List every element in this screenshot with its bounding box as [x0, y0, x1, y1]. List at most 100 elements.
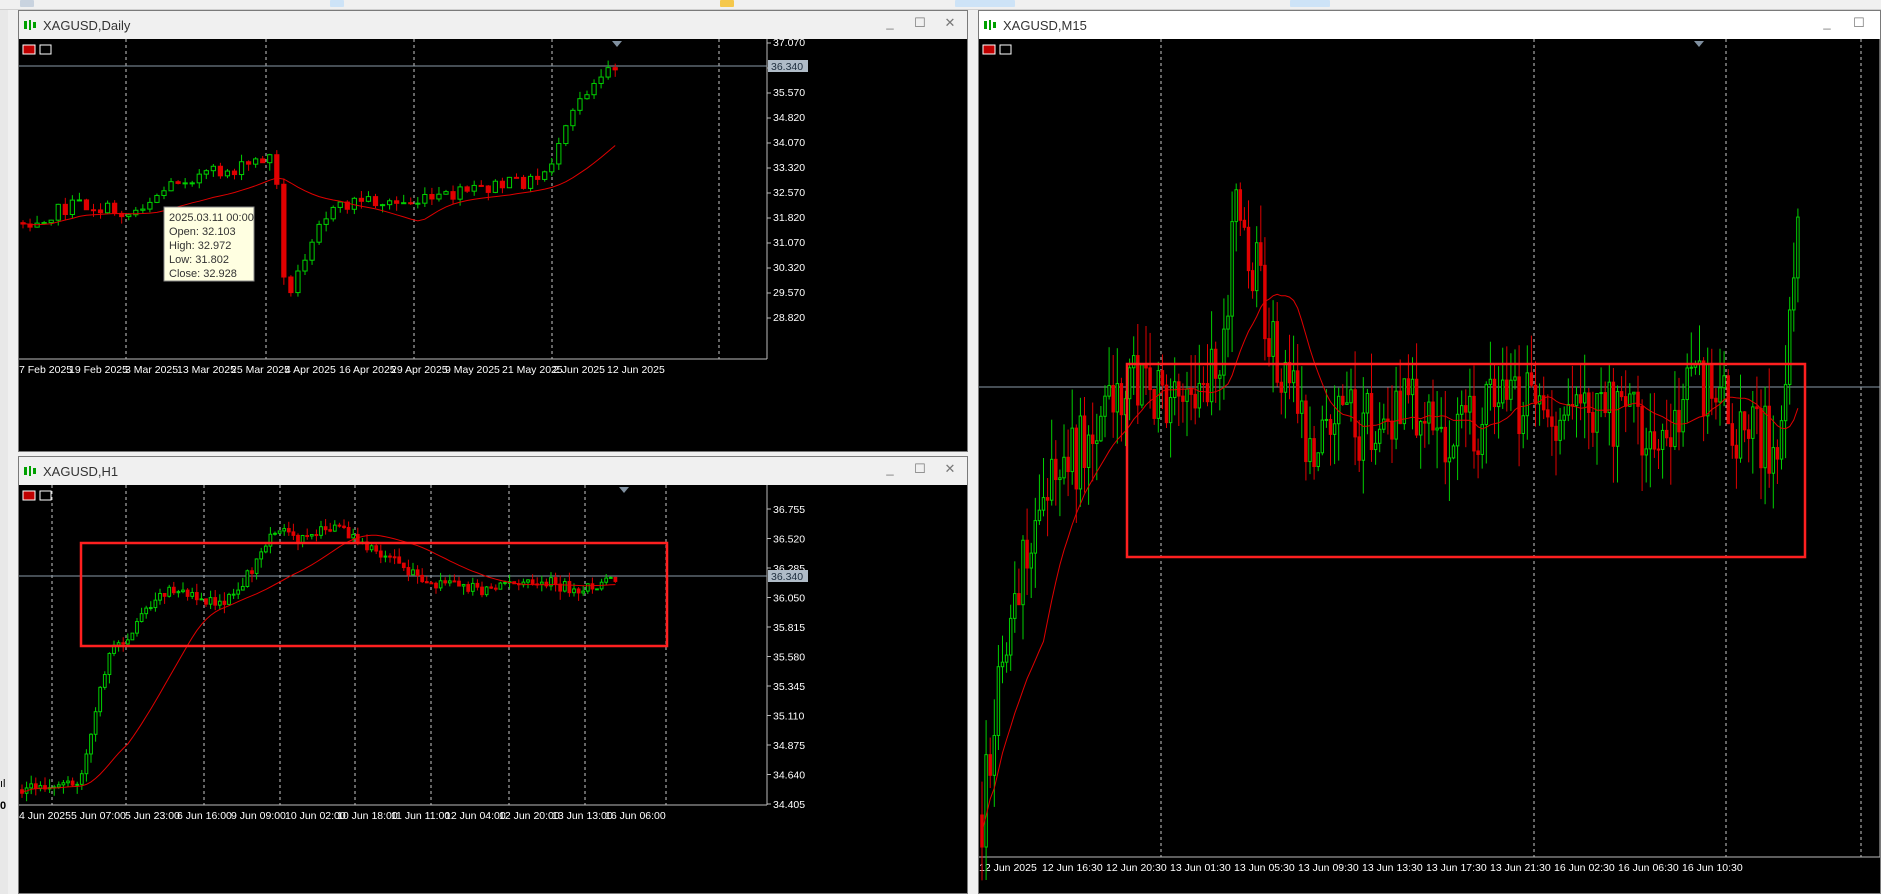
price-chart[interactable]: 12 Jun 2025 12 Jun 16:30 12 Jun 20:30 13 Ju… — [979, 39, 1880, 893]
price-tick-label: 34.640 — [773, 770, 805, 782]
minimize-icon[interactable]: _ — [1818, 15, 1836, 30]
candle-body — [1746, 429, 1751, 439]
candle-body — [342, 525, 346, 528]
candle-body — [1058, 477, 1062, 481]
candle-body — [125, 639, 130, 645]
chart-area[interactable]: 12 Jun 2025 12 Jun 16:30 12 Jun 20:30 13 Ju… — [979, 39, 1880, 893]
candle-body — [29, 783, 34, 789]
candle-body — [1021, 539, 1025, 606]
candle-body — [1648, 431, 1653, 450]
candle-body — [254, 558, 259, 574]
candle-body — [1164, 384, 1169, 424]
candle-body — [1390, 420, 1394, 440]
candle-body — [1681, 399, 1685, 433]
candle-body — [499, 180, 506, 189]
candle-body — [1004, 654, 1009, 663]
candles-group — [20, 60, 618, 297]
chart-header — [982, 44, 1012, 55]
candle-body — [1587, 392, 1591, 413]
chart-area[interactable]: 7 Feb 2025 19 Feb 2025 3 Mar 2025 13 Mar 20… — [19, 39, 967, 451]
time-tick-label: 6 Jun 16:00 — [177, 810, 232, 822]
toolbar-button[interactable] — [1290, 0, 1330, 7]
candle-body — [309, 241, 315, 261]
time-tick-label: 4 Apr 2025 — [285, 364, 336, 376]
candle-body — [1082, 415, 1087, 468]
maximize-icon[interactable]: ☐ — [1850, 15, 1868, 31]
maximize-icon[interactable]: ☐ — [911, 461, 929, 477]
candle-body — [56, 784, 61, 788]
price-chart[interactable]: 7 Feb 202519 Feb 20253 Mar 202513 Mar 20… — [19, 39, 967, 451]
candle-body — [401, 202, 407, 205]
candle-body — [1402, 378, 1407, 425]
toolbar-button[interactable] — [20, 0, 34, 7]
candle-body — [1131, 355, 1136, 369]
candle-body — [1304, 400, 1308, 463]
price-tick-label: 35.570 — [773, 87, 805, 99]
candle-body — [1308, 438, 1312, 463]
price-tick-label: 37.070 — [773, 39, 805, 49]
candle-body — [93, 711, 98, 735]
candle-body — [513, 176, 520, 179]
window-titlebar[interactable]: XAGUSD,M15 _ ☐ — [979, 11, 1880, 39]
candle-body — [158, 592, 162, 601]
candle-body — [295, 270, 301, 294]
candles-group — [980, 182, 1800, 881]
candle-body — [171, 586, 176, 594]
candle-body — [76, 199, 83, 202]
candle-body — [503, 581, 507, 584]
chart-window-daily[interactable]: XAGUSD,Daily _ ☐ ✕ 7 Feb 2025 19 Feb 2025… — [18, 10, 968, 452]
toolbar-button[interactable] — [720, 0, 734, 7]
price-tick-label: 35.345 — [773, 681, 805, 693]
candle-body — [984, 754, 988, 848]
candle-body — [319, 526, 323, 536]
candle-body — [549, 163, 555, 173]
candle-body — [1492, 378, 1497, 408]
candle-body — [1275, 321, 1279, 383]
candle-body — [1500, 379, 1505, 404]
candle-body — [1238, 189, 1243, 221]
candle-body — [408, 202, 414, 205]
chart-area[interactable]: 4 Jun 2025 5 Jun 07:00 5 Jun 23:00 6 Jun 16… — [19, 485, 967, 893]
candle-body — [401, 562, 406, 569]
candle-body — [1525, 372, 1530, 417]
minimize-icon[interactable]: _ — [881, 15, 899, 30]
toolbar-button[interactable] — [330, 0, 344, 7]
candle-body — [1742, 411, 1747, 431]
candle-body — [351, 533, 356, 539]
window-titlebar[interactable]: XAGUSD,H1 _ ☐ ✕ — [19, 457, 967, 485]
window-title: XAGUSD,M15 — [1003, 17, 1087, 33]
candle-body — [1796, 216, 1800, 279]
time-tick-label: 16 Jun 06:00 — [605, 810, 666, 822]
current-price-label: 36.340 — [771, 571, 803, 583]
price-tick-label: 34.820 — [773, 112, 805, 124]
minimize-icon[interactable]: _ — [881, 461, 899, 476]
candle-body — [1017, 593, 1021, 606]
window-titlebar[interactable]: XAGUSD,Daily _ ☐ ✕ — [19, 11, 967, 39]
price-chart[interactable]: 4 Jun 2025 5 Jun 07:00 5 Jun 23:006 Jun 16… — [19, 485, 967, 893]
price-tick-label: 31.070 — [773, 237, 805, 249]
candle-body — [1013, 593, 1017, 619]
candle-body — [1287, 361, 1292, 384]
candle-body — [1591, 411, 1595, 433]
left-panel-edge — [0, 10, 8, 894]
chart-window-h1[interactable]: XAGUSD,H1 _ ☐ ✕ 4 Jun 2025 5 Jun 07:00 5 J… — [18, 456, 968, 894]
current-price-label: 36.340 — [771, 61, 803, 73]
close-icon[interactable]: ✕ — [941, 15, 959, 31]
candle-body — [996, 666, 1001, 736]
candle-body — [493, 587, 498, 590]
maximize-icon[interactable]: ☐ — [911, 15, 929, 31]
toolbar-button[interactable] — [955, 0, 1015, 7]
candle-body — [1250, 270, 1255, 292]
chart-window-m15[interactable]: XAGUSD,M15 _ ☐ 12 Jun 2025 12 Jun 16:30 12… — [978, 10, 1881, 894]
candle-body — [1669, 437, 1673, 448]
candle-body — [1185, 388, 1189, 402]
candle-body — [394, 200, 400, 204]
candle-body — [277, 530, 282, 534]
candle-body — [55, 203, 61, 221]
tooltip-low: Low: 31.802 — [169, 254, 229, 266]
candle-body — [98, 686, 103, 713]
candle-body — [1103, 395, 1107, 417]
candle-body — [604, 577, 609, 583]
candle-body — [1730, 423, 1735, 446]
close-icon[interactable]: ✕ — [941, 461, 959, 477]
